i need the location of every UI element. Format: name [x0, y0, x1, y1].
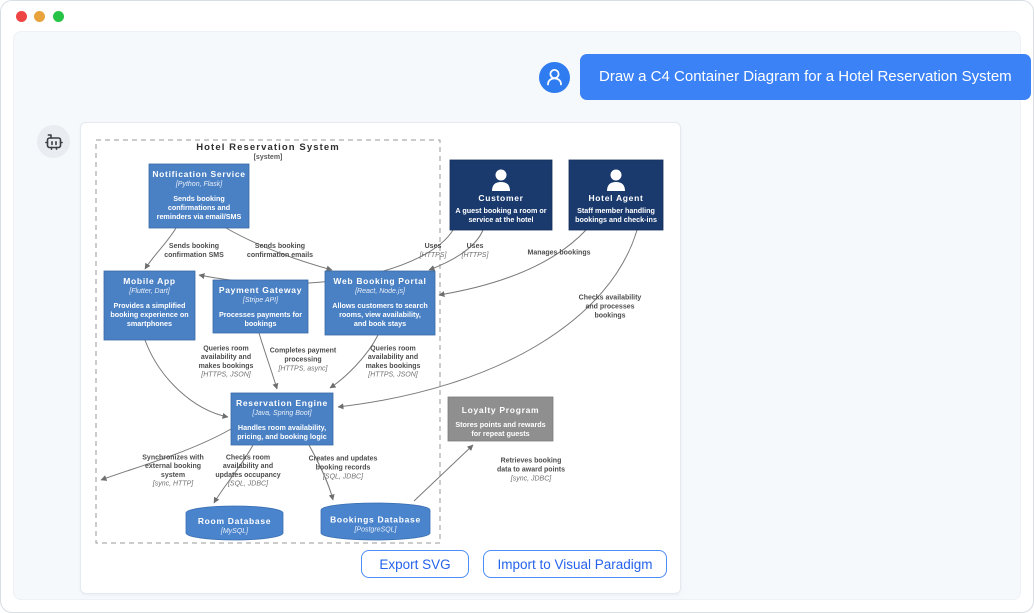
- edge-label: Uses[HTTPS]: [419, 243, 448, 259]
- edge-reservation-engine-to-bookings-database: Creates and updatesbooking records[SQL, …: [309, 445, 378, 500]
- diagram-text: confirmations and: [168, 203, 230, 212]
- diagram-text: [React, Node.js]: [354, 288, 406, 295]
- edge-hotel-agent-to-web-booking-portal: Manages bookings: [439, 230, 591, 295]
- node-notification-service: Notification Service [Python, Flask] Sends…: [149, 164, 249, 228]
- diagram-text: Bookings Database: [330, 515, 421, 525]
- c4-container-diagram: Hotel Reservation System[system] Sends bo…: [81, 123, 680, 593]
- diagram-text: [PostgreSQL]: [353, 527, 397, 534]
- diagram-text: Mobile App: [123, 276, 175, 286]
- diagram-text: Payment Gateway: [219, 285, 302, 295]
- person-icon: [539, 62, 570, 93]
- diagram-text: rooms, view availability,: [339, 310, 421, 319]
- node-loyalty-program: Loyalty Program Stores points and rewards…: [448, 397, 553, 441]
- edge-reservation-engine-to-system-boundary: Synchronizes withexternal bookingsystem[…: [101, 429, 231, 488]
- edge-bookings-database-to-loyalty-program: Retrieves bookingdata to award points[sy…: [414, 445, 565, 501]
- edge-label: Checks roomavailability andupdates occup…: [215, 454, 280, 487]
- node-bookings-database: Bookings Database [PostgreSQL]: [321, 503, 430, 540]
- diagram-text: bookings: [245, 319, 277, 328]
- diagram-text: smartphones: [127, 319, 172, 328]
- diagram-text: Hotel Reservation System: [196, 142, 340, 153]
- diagram-text: service at the hotel: [468, 215, 533, 224]
- edge-label: Checks availabilityand processesbookings: [579, 295, 642, 320]
- edge-label: Queries roomavailability andmakes bookin…: [366, 345, 421, 378]
- diagram-text: Provides a simplified: [114, 301, 186, 310]
- edge-notification-service-to-web-booking-portal: Sends bookingconfirmation emails: [226, 228, 332, 270]
- robot-icon: [42, 130, 66, 154]
- diagram-text: A guest booking a room or: [455, 206, 546, 215]
- diagram-text: Processes payments for: [219, 310, 302, 319]
- diagram-text: bookings and check-ins: [575, 215, 657, 224]
- diagram-text: Notification Service: [152, 169, 245, 179]
- close-button[interactable]: [16, 11, 27, 22]
- diagram-text: Staff member handling: [577, 206, 655, 215]
- diagram-text: Stores points and rewards: [455, 420, 545, 429]
- node-customer: Customer A guest booking a room orservice…: [450, 160, 552, 230]
- edge-label: Manages bookings: [527, 250, 590, 257]
- edge-notification-service-to-mobile-app: Sends bookingconfirmation SMS: [145, 228, 224, 269]
- edge-label: Sends bookingconfirmation SMS: [164, 243, 224, 259]
- diagram-text: and book stays: [354, 319, 406, 328]
- diagram-card: Hotel Reservation System[system] Sends bo…: [80, 122, 681, 594]
- diagram-text: Handles room availability,: [238, 423, 326, 432]
- maximize-button[interactable]: [53, 11, 64, 22]
- diagram-text: Web Booking Portal: [333, 276, 426, 286]
- diagram-text: [Python, Flask]: [175, 181, 223, 188]
- diagram-text: [Stripe API]: [242, 297, 279, 304]
- node-web-booking-portal: Web Booking Portal [React, Node.js] Allows…: [325, 271, 435, 335]
- node-hotel-agent: Hotel Agent Staff member handlingbookings…: [569, 160, 663, 230]
- window-titlebar: [1, 1, 1033, 31]
- chat-row: Draw a C4 Container Diagram for a Hotel …: [539, 54, 1031, 100]
- edge-label: Queries roomavailability andmakes bookin…: [199, 345, 254, 378]
- diagram-text: for repeat guests: [471, 429, 529, 438]
- bot-avatar: [37, 125, 70, 158]
- node-reservation-engine: Reservation Engine [Java, Spring Boot] Han…: [231, 393, 333, 445]
- node-mobile-app: Mobile App [Flutter, Dart] Provides a simp…: [104, 271, 195, 340]
- edge-label: Completes paymentprocessing[HTTPS, async…: [270, 348, 337, 373]
- diagram-text: [MySQL]: [220, 528, 249, 535]
- diagram-text: [system]: [254, 154, 283, 161]
- export-svg-button[interactable]: Export SVG: [361, 550, 469, 578]
- edge-label: Synchronizes withexternal bookingsystem[…: [142, 454, 203, 487]
- chat-message-bubble: Draw a C4 Container Diagram for a Hotel …: [580, 54, 1031, 100]
- diagram-text: reminders via email/SMS: [157, 212, 242, 221]
- diagram-text: Room Database: [198, 516, 271, 526]
- diagram-text: [Flutter, Dart]: [128, 288, 171, 295]
- user-avatar: [539, 62, 570, 93]
- diagram-text: Reservation Engine: [236, 398, 328, 408]
- diagram-text: Customer: [478, 193, 523, 203]
- node-payment-gateway: Payment Gateway [Stripe API] Processes pay…: [213, 280, 308, 333]
- diagram-text: [Java, Spring Boot]: [251, 410, 312, 417]
- import-visual-paradigm-button[interactable]: Import to Visual Paradigm: [483, 550, 667, 578]
- diagram-text: pricing, and booking logic: [237, 432, 326, 441]
- diagram-text: Sends booking: [173, 194, 225, 203]
- edge-web-booking-portal-to-reservation-engine: Queries roomavailability andmakes bookin…: [330, 335, 421, 388]
- edge-payment-gateway-to-reservation-engine: Completes paymentprocessing[HTTPS, async…: [259, 333, 337, 389]
- diagram-text: Hotel Agent: [588, 193, 643, 203]
- app-window: Draw a C4 Container Diagram for a Hotel …: [0, 0, 1034, 613]
- edge-label: Retrieves bookingdata to award points[sy…: [497, 458, 565, 483]
- edge-reservation-engine-to-room-database: Checks roomavailability andupdates occup…: [214, 445, 281, 503]
- edge-label: Creates and updatesbooking records[SQL, …: [309, 456, 378, 481]
- diagram-text: Allows customers to search: [332, 301, 427, 310]
- content-panel: Draw a C4 Container Diagram for a Hotel …: [13, 31, 1021, 600]
- edge-label: Uses[HTTPS]: [461, 243, 490, 259]
- node-room-database: Room Database [MySQL]: [186, 506, 283, 540]
- minimize-button[interactable]: [34, 11, 45, 22]
- diagram-text: Loyalty Program: [462, 405, 540, 415]
- edge-label: Sends bookingconfirmation emails: [247, 243, 313, 259]
- diagram-text: booking experience on: [110, 310, 188, 319]
